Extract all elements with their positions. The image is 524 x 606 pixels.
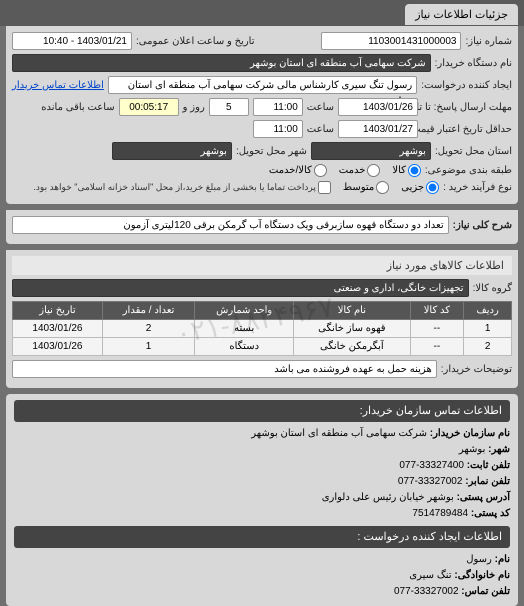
- validity-date: 1403/01/27: [338, 120, 418, 138]
- table-cell: 1403/01/26: [13, 320, 103, 338]
- contact-header: اطلاعات تماس سازمان خریدار:: [14, 400, 510, 422]
- requester-value: رسول تنگ سیری کارشناس مالی شرکت سهامی آب…: [108, 76, 417, 94]
- need-summary-label: شرح کلی نیاز:: [453, 220, 512, 231]
- requester-label: ایجاد کننده درخواست:: [421, 80, 512, 91]
- table-row[interactable]: 2--آبگرمکن خانگیدستگاه11403/01/26: [13, 338, 512, 356]
- deadline-time: 11:00: [253, 98, 303, 116]
- public-date-label: تاریخ و ساعت اعلان عمومی:: [136, 36, 255, 47]
- radio-service[interactable]: خدمت: [339, 164, 381, 177]
- deliver-state-value: بوشهر: [311, 142, 431, 160]
- radio-kala-service-label: کالا/خدمت: [269, 165, 312, 176]
- contact-fax-row: تلفن نمابر: 33327002-077: [14, 474, 510, 490]
- deadline-date: 1403/01/26: [338, 98, 418, 116]
- table-cell: 2: [102, 320, 194, 338]
- buy-type-label: نوع فرآیند خرید :: [443, 182, 512, 193]
- radio-kala-service[interactable]: کالا/خدمت: [269, 164, 327, 177]
- table-cell: آبگرمکن خانگی: [294, 338, 410, 356]
- contact-org-row: نام سازمان خریدار: شرکت سهامی آب منطقه ا…: [14, 426, 510, 442]
- validity-time-label: ساعت: [307, 124, 334, 135]
- days-label: روز و: [183, 102, 205, 113]
- creator-header: اطلاعات ایجاد کننده درخواست :: [14, 526, 510, 548]
- table-cell: 1: [464, 320, 512, 338]
- deliver-city-label: شهر محل تحویل:: [236, 146, 307, 157]
- table-cell: 1403/01/26: [13, 338, 103, 356]
- days-value: 5: [209, 98, 249, 116]
- deliver-state-label: استان محل تحویل:: [435, 146, 512, 157]
- creator-fname-row: نام: رسول: [14, 552, 510, 568]
- need-summary-value: تعداد دو دستگاه قهوه سازبرقی ویک دستگاه …: [12, 216, 449, 234]
- deadline-time-label: ساعت: [307, 102, 334, 113]
- creator-lname-row: نام خانوادگی: تنگ سیری: [14, 568, 510, 584]
- tab-need-details[interactable]: جزئیات اطلاعات نیاز: [405, 4, 518, 25]
- radio-kala-input[interactable]: [408, 164, 421, 177]
- remaining-time: 00:05:17: [119, 98, 179, 116]
- contact-city-row: شهر: بوشهر: [14, 442, 510, 458]
- table-header: تعداد / مقدار: [102, 302, 194, 320]
- radio-kala-service-input[interactable]: [314, 164, 327, 177]
- table-cell: بسته: [195, 320, 294, 338]
- buyer-org-label: نام دستگاه خریدار:: [435, 58, 512, 69]
- table-cell: دستگاه: [195, 338, 294, 356]
- radio-partial-label: جزیی: [401, 182, 424, 193]
- table-header: نام کالا: [294, 302, 410, 320]
- need-number-value: 1103001431000003: [321, 32, 461, 50]
- deliver-city-value: بوشهر: [112, 142, 232, 160]
- treasury-checkbox-input[interactable]: [318, 181, 331, 194]
- radio-medium-input[interactable]: [376, 181, 389, 194]
- table-cell: --: [410, 320, 464, 338]
- contact-link[interactable]: اطلاعات تماس خریدار: [12, 80, 104, 91]
- radio-medium-label: متوسط: [343, 182, 374, 193]
- contact-address-row: آدرس پستی: بوشهر خیابان رئیس علی دلواری: [14, 490, 510, 506]
- radio-kala[interactable]: کالا: [392, 164, 421, 177]
- treasury-note: پرداخت تماما یا بخشی از مبلغ خرید،از محل…: [33, 182, 315, 193]
- table-header: کد کالا: [410, 302, 464, 320]
- budget-label: طبقه بندی موضوعی:: [425, 165, 512, 176]
- creator-phone-row: تلفن تماس: 33327002-077: [14, 584, 510, 600]
- radio-service-label: خدمت: [339, 165, 366, 176]
- table-header: ردیف: [464, 302, 512, 320]
- treasury-checkbox[interactable]: پرداخت تماما یا بخشی از مبلغ خرید،از محل…: [33, 181, 330, 194]
- goods-table: ردیفکد کالانام کالاواحد شمارشتعداد / مقد…: [12, 301, 512, 356]
- radio-partial-input[interactable]: [426, 181, 439, 194]
- table-cell: قهوه ساز خانگی: [294, 320, 410, 338]
- table-header: تاریخ نیاز: [13, 302, 103, 320]
- buyer-org-value: شرکت سهامی آب منطقه ای استان بوشهر: [12, 54, 431, 72]
- remaining-label: ساعت باقی مانده: [41, 102, 114, 113]
- need-number-label: شماره نیاز:: [465, 36, 512, 47]
- radio-partial[interactable]: جزیی: [401, 181, 439, 194]
- table-header: واحد شمارش: [195, 302, 294, 320]
- validity-time: 11:00: [253, 120, 303, 138]
- radio-kala-label: کالا: [392, 165, 406, 176]
- buyer-desc-value: هزینه حمل به عهده فروشنده می باشد: [12, 360, 437, 378]
- contact-postal-row: کد پستی: 7514789484: [14, 506, 510, 522]
- table-cell: 1: [102, 338, 194, 356]
- buyer-desc-label: توضیحات خریدار:: [441, 364, 512, 375]
- radio-service-input[interactable]: [367, 164, 380, 177]
- public-date-value: 1403/01/21 - 10:40: [12, 32, 132, 50]
- group-value: تجهیزات خانگی، اداری و صنعتی: [12, 279, 469, 297]
- validity-label: حداقل تاریخ اعتبار قیمت: تا تاریخ:: [422, 124, 512, 135]
- table-row[interactable]: 1--قهوه ساز خانگیبسته21403/01/26: [13, 320, 512, 338]
- goods-header: اطلاعات کالاهای مورد نیاز: [12, 256, 512, 275]
- table-cell: --: [410, 338, 464, 356]
- radio-medium[interactable]: متوسط: [343, 181, 389, 194]
- table-cell: 2: [464, 338, 512, 356]
- contact-phone-row: تلفن ثابت: 33327400-077: [14, 458, 510, 474]
- deadline-label: مهلت ارسال پاسخ: تا تاریخ:: [422, 102, 512, 113]
- group-label: گروه کالا:: [473, 283, 512, 294]
